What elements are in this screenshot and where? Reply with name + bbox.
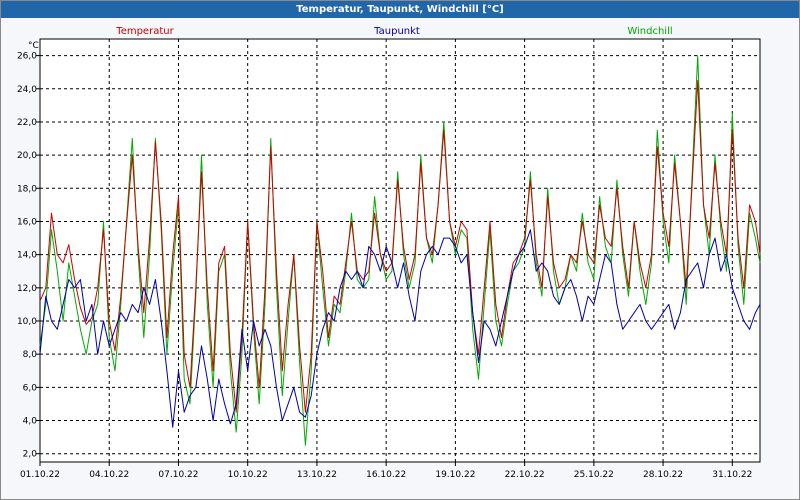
x-tick-label: 31.10.22 — [712, 470, 752, 480]
y-tick-label: 4,0 — [23, 417, 38, 427]
x-tick-label: 13.10.22 — [297, 470, 337, 480]
x-tick-label: 28.10.22 — [643, 470, 683, 480]
y-tick-label: 26,0 — [17, 52, 37, 62]
x-tick-label: 25.10.22 — [574, 470, 614, 480]
y-tick-label: 20,0 — [17, 151, 37, 161]
y-tick-label: 16,0 — [17, 217, 37, 227]
legend-taupunkt: Taupunkt — [373, 26, 420, 37]
legend-windchill: Windchill — [627, 26, 672, 37]
y-tick-label: 10,0 — [17, 317, 37, 327]
y-tick-label: 2,0 — [23, 450, 38, 460]
x-tick-label: 16.10.22 — [366, 470, 406, 480]
y-tick-label: 6,0 — [23, 383, 38, 393]
x-tick-label: 19.10.22 — [435, 470, 475, 480]
x-tick-label: 01.10.22 — [20, 470, 60, 480]
x-tick-label: 10.10.22 — [228, 470, 268, 480]
line-chart: 2,0 4,0 6,0 8,0 10,0 12,0 14,0 16,0 18,0 20,0 22,0… — [17, 26, 761, 480]
y-tick-label: 14,0 — [17, 251, 37, 261]
y-tick-label: 22,0 — [17, 118, 37, 128]
x-tick-label: 04.10.22 — [89, 470, 129, 480]
legend-temperatur: Temperatur — [115, 26, 174, 37]
x-tick-label: 22.10.22 — [505, 470, 545, 480]
y-tick-label: 18,0 — [17, 184, 37, 194]
y-tick-label: 8,0 — [23, 350, 38, 360]
x-tick-label: 07.10.22 — [158, 470, 198, 480]
y-axis-unit-label: °C — [28, 41, 39, 51]
y-tick-label: 24,0 — [17, 85, 37, 95]
y-tick-label: 12,0 — [17, 284, 37, 294]
